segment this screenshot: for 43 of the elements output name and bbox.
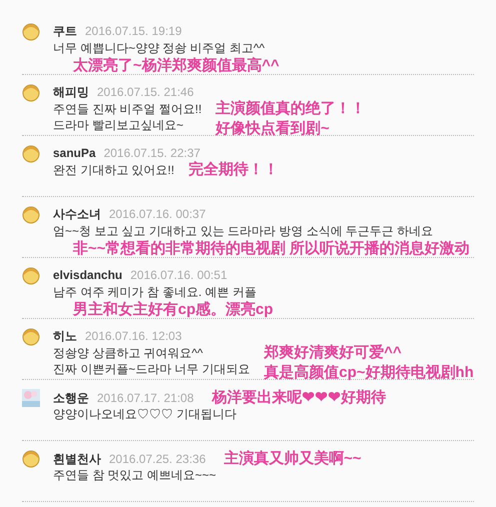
avatar-icon <box>22 145 40 163</box>
comment-text: 양양이나오네요♡♡♡ 기대됩니다 <box>53 406 238 422</box>
avatar-icon <box>22 23 40 41</box>
user-name: 쿠트 <box>53 23 77 40</box>
comment-text: 너무 예쁩니다~양양 정솽 비주얼 최고^^ <box>53 40 266 56</box>
user-name: 흰별천사 <box>53 451 101 468</box>
user-name: elvisdanchu <box>53 267 122 284</box>
comment-text: 주연들 참 멋있고 예쁘네요~~~ <box>53 467 218 483</box>
translation-note: 完全期待！！ <box>188 160 278 180</box>
user-name: 히노 <box>53 328 77 345</box>
comment-date: 2016.07.17. 21:08 <box>97 390 194 407</box>
user-name: 사수소녀 <box>53 206 101 223</box>
translation-note: 真是高颜值cp~好期待电视剧hh <box>264 363 474 383</box>
translation-note: 男主和女主好有cp感。漂亮cp <box>73 300 274 320</box>
translation-note: 非~~常想看的非常期待的电视剧 所以听说开播的消息好激动 <box>73 239 470 259</box>
comment-text: 엄~~청 보고 싶고 기대하고 있는 드라마라 방영 소식에 두근두근 하네요 <box>53 223 434 239</box>
translation-note: 好像快点看到剧~ <box>216 119 330 139</box>
avatar-icon <box>22 450 40 468</box>
comment-text: 진짜 이쁜커플~드라마 너무 기대되요 <box>53 361 250 377</box>
avatar-icon <box>22 84 40 102</box>
avatar-icon <box>22 328 40 346</box>
comment-date: 2016.07.16. 00:51 <box>130 267 228 284</box>
user-name: sanuPa <box>53 145 96 162</box>
comment-date: 2016.07.15. 19:19 <box>85 23 182 40</box>
avatar-icon <box>22 267 40 285</box>
user-name: 소행운 <box>53 390 89 407</box>
translation-note: 主演真又帅又美啊~~ <box>224 449 362 469</box>
translation-note: 主演颜值真的绝了！！ <box>216 99 366 119</box>
translation-note: 郑爽好清爽好可爱^^ <box>264 343 403 363</box>
comment-date: 2016.07.16. 12:03 <box>85 328 182 345</box>
comment-text: 주연들 진짜 비주얼 쩔어요!! <box>53 101 202 117</box>
comment-text: 남주 여주 케미가 참 좋네요. 예쁜 커플 <box>53 284 258 300</box>
user-name: 해피밍 <box>53 84 89 101</box>
comment-date: 2016.07.15. 21:46 <box>97 84 194 101</box>
comment-date: 2016.07.15. 22:37 <box>104 145 200 161</box>
translation-note: 太漂亮了~杨洋郑爽颜值最高^^ <box>73 56 280 76</box>
translation-note: 杨洋要出来呢❤❤❤好期待 <box>212 388 386 408</box>
comment-date: 2016.07.16. 00:37 <box>109 206 206 223</box>
comment-text: 정솽양 상큼하고 귀여워요^^ <box>53 345 204 361</box>
avatar-icon <box>22 206 40 224</box>
comment-date: 2016.07.25. 23:36 <box>109 451 206 468</box>
comment-text: 드라마 빨리보고싶네요~ <box>53 117 184 133</box>
comment-text: 완전 기대하고 있어요!! <box>53 162 174 178</box>
